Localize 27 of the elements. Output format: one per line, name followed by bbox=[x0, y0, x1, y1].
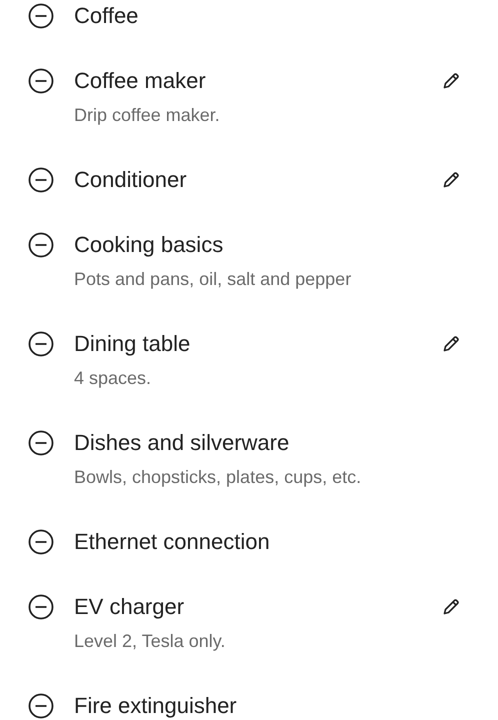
remove-icon[interactable] bbox=[28, 232, 54, 258]
amenity-name: Coffee bbox=[74, 2, 140, 30]
amenity-description: Drip coffee maker. bbox=[74, 104, 221, 127]
amenity-name: Conditioner bbox=[74, 166, 188, 194]
remove-icon[interactable] bbox=[28, 167, 54, 193]
remove-icon[interactable] bbox=[28, 430, 54, 456]
amenity-name: EV charger bbox=[74, 593, 186, 621]
pencil-icon[interactable] bbox=[442, 171, 460, 189]
amenity-name: Ethernet connection bbox=[74, 528, 271, 556]
amenity-description: Bowls, chopsticks, plates, cups, etc. bbox=[74, 466, 362, 489]
remove-icon[interactable] bbox=[28, 693, 54, 719]
amenity-description: Pots and pans, oil, salt and pepper bbox=[74, 268, 352, 291]
remove-icon[interactable] bbox=[28, 68, 54, 94]
remove-icon[interactable] bbox=[28, 529, 54, 555]
amenity-name: Coffee maker bbox=[74, 67, 207, 95]
amenity-description: Level 2, Tesla only. bbox=[74, 630, 226, 653]
amenity-name: Dining table bbox=[74, 330, 192, 358]
pencil-icon[interactable] bbox=[442, 335, 460, 353]
amenity-name: Fire extinguisher bbox=[74, 692, 238, 720]
amenity-name: Dishes and silverware bbox=[74, 429, 290, 457]
amenity-name: Cooking basics bbox=[74, 231, 224, 259]
remove-icon[interactable] bbox=[28, 3, 54, 29]
pencil-icon[interactable] bbox=[442, 72, 460, 90]
amenity-description: 4 spaces. bbox=[74, 367, 152, 390]
pencil-icon[interactable] bbox=[442, 598, 460, 616]
remove-icon[interactable] bbox=[28, 594, 54, 620]
remove-icon[interactable] bbox=[28, 331, 54, 357]
